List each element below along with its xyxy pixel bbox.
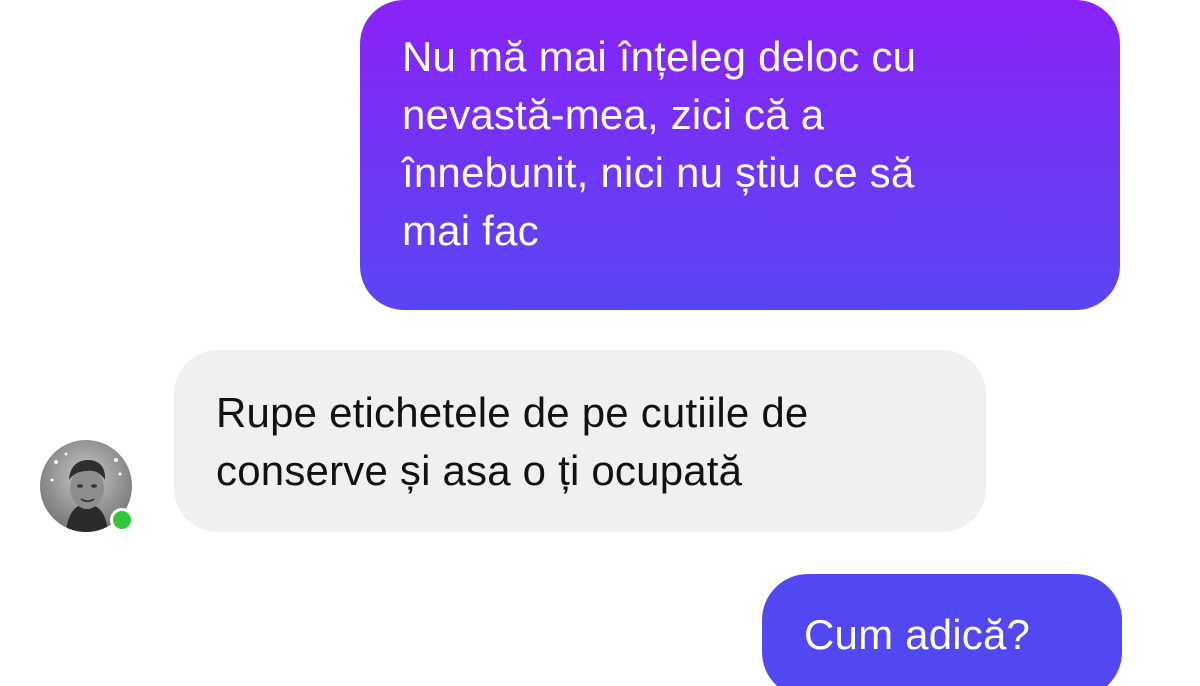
online-dot-icon <box>110 508 134 532</box>
contact-avatar[interactable] <box>40 440 134 532</box>
message-text-line: nevastă-mea, zici că a <box>402 91 825 138</box>
message-text-line: conserve și asa o ți ocupată <box>216 447 743 494</box>
outgoing-message-bubble[interactable]: Cum adică? <box>762 574 1122 686</box>
outgoing-message-bubble[interactable]: Nu mă mai înțeleg deloc cu nevastă-mea, … <box>360 0 1120 310</box>
incoming-message-bubble[interactable]: Rupe etichetele de pe cutiile de conserv… <box>174 350 986 532</box>
message-text-line: mai fac <box>402 207 539 254</box>
message-text-line: înnebunit, nici nu știu ce să <box>402 149 915 196</box>
chat-thread: Nu mă mai înțeleg deloc cu nevastă-mea, … <box>0 0 1200 686</box>
message-text-line: Rupe etichetele de pe cutiile de <box>216 389 809 436</box>
message-text-line: Cum adică? <box>804 611 1031 658</box>
message-text-line: Nu mă mai înțeleg deloc cu <box>402 33 917 80</box>
